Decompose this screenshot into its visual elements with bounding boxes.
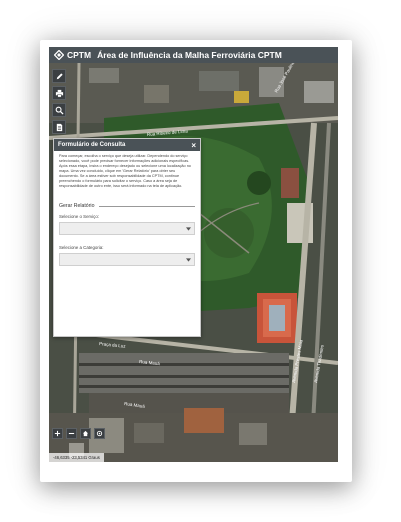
map-toolbar bbox=[52, 69, 66, 134]
report-section-title: Gerar Relatório bbox=[59, 203, 195, 209]
service-select[interactable] bbox=[59, 222, 195, 235]
chevron-down-icon bbox=[186, 258, 191, 262]
print-icon bbox=[55, 89, 63, 97]
map-navigation bbox=[52, 428, 105, 439]
search-button[interactable] bbox=[52, 103, 66, 117]
title-bar: CPTM Área de Influência da Malha Ferrovi… bbox=[49, 47, 338, 63]
close-icon[interactable]: × bbox=[191, 141, 196, 150]
locate-icon bbox=[96, 430, 103, 437]
query-form-panel: Formulário de Consulta × Para começar, e… bbox=[53, 138, 201, 337]
zoom-in-button[interactable] bbox=[52, 428, 63, 439]
cptm-logo: CPTM bbox=[54, 50, 97, 60]
category-label: Selecione a Categoria: bbox=[59, 245, 104, 250]
home-button[interactable] bbox=[80, 428, 91, 439]
search-icon bbox=[55, 106, 64, 115]
zoom-in-icon bbox=[54, 430, 61, 437]
app-title: Área de Influência da Malha Ferroviária … bbox=[97, 50, 282, 60]
pencil-icon bbox=[56, 72, 63, 79]
coordinates-readout: -46,6335 -23,5341 Graus bbox=[49, 453, 104, 462]
panel-body: Para começar, escolha o serviço que dese… bbox=[54, 151, 200, 269]
zoom-out-button[interactable] bbox=[66, 428, 77, 439]
locate-button[interactable] bbox=[94, 428, 105, 439]
home-icon bbox=[82, 430, 89, 437]
logo-text: CPTM bbox=[67, 50, 92, 60]
draw-button[interactable] bbox=[52, 69, 66, 83]
zoom-out-icon bbox=[68, 432, 75, 435]
print-button[interactable] bbox=[52, 86, 66, 100]
map-application: CPTM Área de Influência da Malha Ferrovi… bbox=[49, 47, 338, 462]
panel-title: Formulário de Consulta bbox=[58, 142, 126, 148]
panel-description: Para começar, escolha o serviço que dese… bbox=[59, 154, 191, 188]
chevron-down-icon bbox=[186, 227, 191, 231]
cptm-logo-icon bbox=[54, 50, 64, 60]
panel-header: Formulário de Consulta × bbox=[54, 139, 200, 151]
document-icon bbox=[56, 123, 62, 131]
category-select[interactable] bbox=[59, 253, 195, 266]
service-label: Selecione o Serviço: bbox=[59, 214, 100, 219]
form-button[interactable] bbox=[52, 120, 66, 134]
